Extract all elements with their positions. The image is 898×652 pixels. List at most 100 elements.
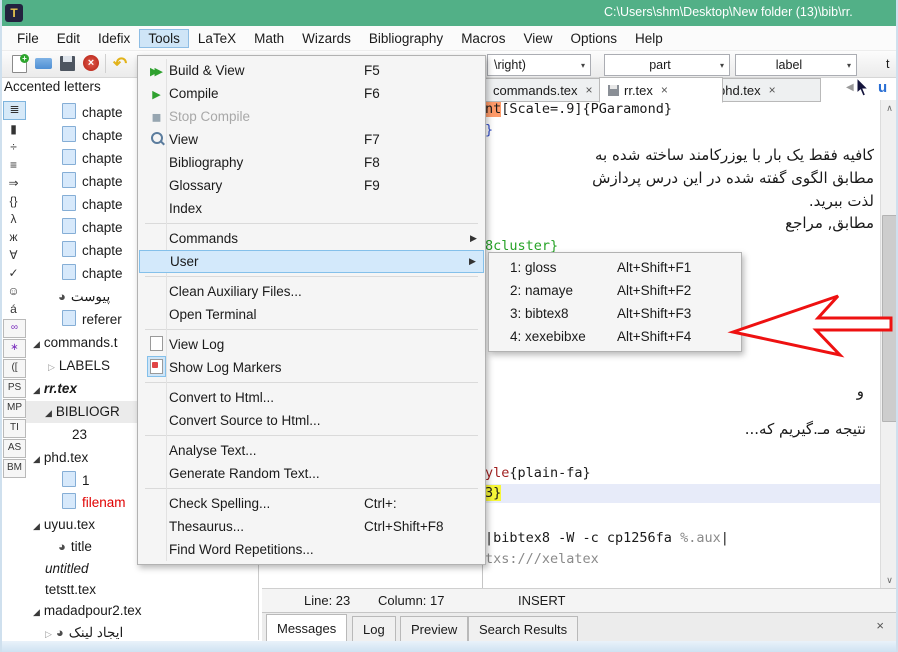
tab-rr-tex[interactable]: rr.tex × [599, 77, 723, 103]
menuitem-view-log[interactable]: View Log [139, 333, 484, 356]
submenu-item-namaye[interactable]: 2: namayeAlt+Shift+F2 [489, 279, 741, 302]
menuitem-open-terminal[interactable]: Open Terminal [139, 303, 484, 326]
forall-icon[interactable]: ∀ [3, 247, 24, 264]
accent-icon[interactable]: á [3, 301, 24, 318]
menu-wizards[interactable]: Wizards [293, 29, 360, 48]
editor-code-line[interactable]: |bibtex8 -W -c cp1256fa %.aux| [485, 530, 729, 546]
as-icon[interactable]: AS [3, 439, 26, 458]
asterisk-icon[interactable]: ∗ [3, 339, 26, 358]
tab-log[interactable]: Log [352, 616, 396, 642]
expander-closed-icon[interactable]: ▷ [48, 362, 55, 372]
menu-math[interactable]: Math [245, 29, 293, 48]
ti-icon[interactable]: TI [3, 419, 26, 438]
new-file-button[interactable]: + [10, 54, 30, 73]
menuitem-compile[interactable]: ▶CompileF6 [139, 82, 484, 105]
menuitem-thesaurus[interactable]: Thesaurus...Ctrl+Shift+F8 [139, 515, 484, 538]
menuitem-generate-random-text[interactable]: Generate Random Text... [139, 462, 484, 485]
menuitem-convert-html[interactable]: Convert to Html... [139, 386, 484, 409]
braces-icon[interactable]: {} [3, 193, 24, 210]
expander-open-icon[interactable]: ◢ [33, 454, 40, 464]
menuitem-user[interactable]: User▶ [139, 250, 484, 273]
smiley-icon[interactable]: ☺ [3, 283, 24, 300]
menu-help[interactable]: Help [626, 29, 672, 48]
menu-options[interactable]: Options [561, 29, 626, 48]
menuitem-commands[interactable]: Commands▶ [139, 227, 484, 250]
editor-code-line[interactable]: txs:///xelatex [485, 551, 599, 567]
menuitem-analyse-text[interactable]: Analyse Text... [139, 439, 484, 462]
submenu-item-gloss[interactable]: 1: glossAlt+Shift+F1 [489, 256, 741, 279]
expander-open-icon[interactable]: ◢ [33, 339, 40, 349]
tree-item[interactable]: tetstt.tex [26, 579, 258, 601]
menuitem-glossary[interactable]: GlossaryF9 [139, 174, 484, 197]
menuitem-clean-auxiliary[interactable]: Clean Auxiliary Files... [139, 280, 484, 303]
title-bar[interactable]: T C:\Users\shm\Desktop\New folder (13)\b… [0, 0, 898, 26]
menu-bibliography[interactable]: Bibliography [360, 29, 452, 48]
bracket-icon[interactable]: ([ [3, 359, 26, 378]
editor-persian-line[interactable]: لذت ببريد. [809, 192, 874, 210]
menuitem-convert-source-html[interactable]: Convert Source to Html... [139, 409, 484, 432]
tab-commands-tex[interactable]: commands.tex × [484, 78, 615, 102]
menuitem-check-spelling[interactable]: Check Spelling...Ctrl+: [139, 492, 484, 515]
submenu-item-xexebibxe[interactable]: 4: xexebibxeAlt+Shift+F4 [489, 325, 741, 348]
panel-close-icon[interactable]: × [876, 618, 884, 633]
menuitem-view[interactable]: ViewF7 [139, 128, 484, 151]
submenu-item-bibtex8[interactable]: 3: bibtex8Alt+Shift+F3 [489, 302, 741, 325]
ps-icon[interactable]: PS [3, 379, 26, 398]
bookmark-icon[interactable]: ▮ [3, 121, 24, 138]
tab-scroll-left-icon[interactable]: ◀ [846, 82, 854, 93]
editor-persian-line[interactable]: و [857, 382, 864, 400]
tab-preview[interactable]: Preview [400, 616, 468, 642]
structure-panel-header[interactable]: Accented letters [4, 79, 101, 94]
structure-icon[interactable]: ≣ [3, 101, 26, 120]
check-icon[interactable]: ✓ [3, 265, 24, 282]
tab-search-results[interactable]: Search Results [468, 616, 578, 642]
undo-button[interactable]: ↶ [113, 54, 133, 73]
editor-code-line[interactable]: 3} [485, 485, 501, 501]
lambda-icon[interactable]: λ [3, 211, 24, 228]
infinity-icon[interactable]: ∞ [3, 319, 26, 338]
menuitem-show-log-markers[interactable]: Show Log Markers [139, 356, 484, 379]
expander-closed-icon[interactable]: ▷ [45, 629, 52, 639]
expander-open-icon[interactable]: ◢ [33, 385, 40, 395]
tab-phd-tex[interactable]: phd.tex × [709, 78, 821, 102]
sectioning-combo[interactable]: part ▾ [604, 54, 730, 76]
menu-file[interactable]: File [8, 29, 48, 48]
menuitem-bibliography[interactable]: BibliographyF8 [139, 151, 484, 174]
menu-latex[interactable]: LaTeX [189, 29, 245, 48]
close-document-button[interactable]: × [82, 54, 102, 73]
arrow-icon[interactable]: ⇒ [3, 175, 24, 192]
open-file-button[interactable] [34, 54, 54, 73]
tab-close-icon[interactable]: × [661, 83, 668, 97]
tab-messages[interactable]: Messages [266, 614, 347, 643]
expander-open-icon[interactable]: ◢ [33, 607, 40, 617]
menuitem-find-word-repetitions[interactable]: Find Word Repetitions... [139, 538, 484, 561]
save-button[interactable] [58, 54, 78, 73]
expander-open-icon[interactable]: ◢ [45, 408, 52, 418]
lines-icon[interactable]: ≡ [3, 157, 24, 174]
tree-item[interactable]: ◢madadpour2.tex [26, 600, 258, 622]
bm-icon[interactable]: BM [3, 459, 26, 478]
reference-combo[interactable]: label ▾ [735, 54, 857, 76]
tab-close-icon[interactable]: × [586, 83, 593, 97]
menu-tools[interactable]: Tools [139, 29, 189, 48]
editor-code-line[interactable]: } [485, 122, 493, 138]
bracket-combo[interactable]: \right) ▾ [487, 54, 591, 76]
tree-item[interactable]: ▷◕ایجاد لینک [26, 622, 258, 640]
editor-persian-line[interactable]: مطابق الگوی گفته شده در اين درس پردازش [592, 169, 874, 187]
menuitem-index[interactable]: Index [139, 197, 484, 220]
menuitem-build-view[interactable]: ▶▶Build & ViewF5 [139, 59, 484, 82]
editor-code-line[interactable]: yle{plain-fa} [485, 465, 591, 481]
menu-idefix[interactable]: Idefix [89, 29, 139, 48]
editor-persian-line[interactable]: مطابق, مراجع [785, 214, 874, 232]
tab-close-icon[interactable]: × [769, 83, 776, 97]
editor-persian-line[interactable]: كافيه فقط يک بار با يوزركامند ساخته شده … [595, 146, 874, 164]
menu-edit[interactable]: Edit [48, 29, 89, 48]
editor-code-line[interactable]: nt[Scale=.9]{PGaramond} [485, 101, 672, 117]
cyrillic-icon[interactable]: ж [3, 229, 24, 246]
expander-open-icon[interactable]: ◢ [33, 521, 40, 531]
mp-icon[interactable]: MP [3, 399, 26, 418]
menu-macros[interactable]: Macros [452, 29, 514, 48]
divide-icon[interactable]: ÷ [3, 139, 24, 156]
menu-view[interactable]: View [514, 29, 561, 48]
editor-persian-line[interactable]: نتيجه مـ.گيريم كه... [745, 420, 866, 438]
